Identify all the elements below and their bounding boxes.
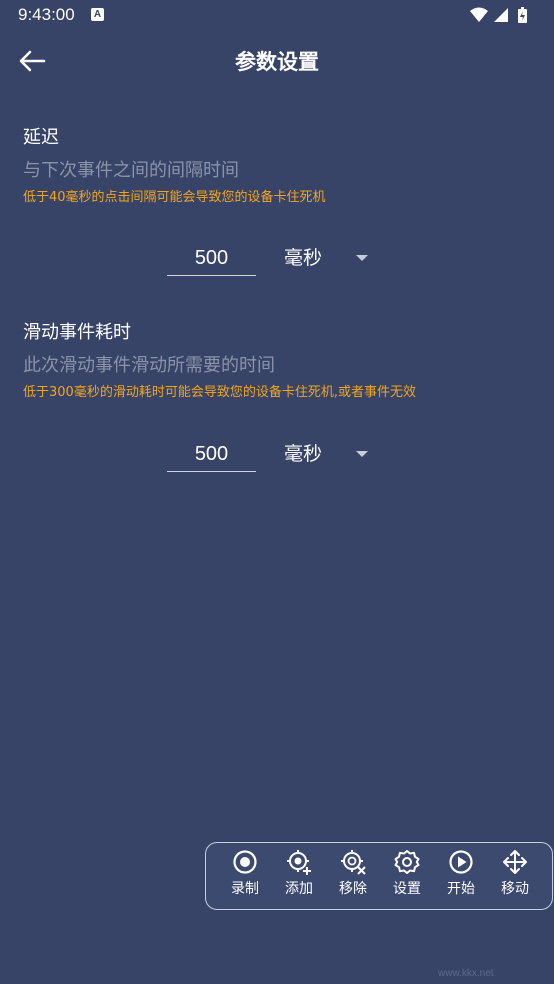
status-time: 9:43:00 (18, 5, 75, 24)
delay-value-row: 500 毫秒 (0, 240, 554, 280)
signal-icon (494, 8, 508, 22)
notification-badge-icon: A (91, 8, 104, 21)
swipe-unit-label: 毫秒 (284, 443, 323, 465)
floating-control-panel: 录制 添加 移除 设置 开始 移动 (205, 842, 553, 910)
gear-icon (394, 850, 420, 874)
status-icons (468, 6, 538, 24)
play-icon (449, 850, 473, 874)
swipe-title: 滑动事件耗时 (23, 322, 131, 343)
delay-value-input[interactable]: 500 (167, 240, 256, 276)
battery-icon (518, 7, 527, 23)
caret-down-icon (356, 255, 368, 261)
watermark: www.kkx.net (438, 968, 494, 979)
caret-down-icon (356, 451, 368, 457)
swipe-value-row: 500 毫秒 (0, 436, 554, 476)
move-label: 移动 (501, 881, 529, 897)
settings-label: 设置 (393, 881, 421, 897)
delay-unit-label: 毫秒 (284, 247, 323, 269)
swipe-description: 此次滑动事件滑动所需要的时间 (23, 355, 275, 376)
settings-button[interactable]: 设置 (382, 849, 432, 905)
remove-button[interactable]: 移除 (328, 849, 378, 905)
swipe-warning: 低于300毫秒的滑动耗时可能会导致您的设备卡住死机,或者事件无效 (23, 385, 416, 400)
move-button[interactable]: 移动 (490, 849, 540, 905)
toolbar: 参数设置 (0, 32, 554, 90)
delay-title: 延迟 (23, 127, 59, 148)
delay-section: 延迟 与下次事件之间的间隔时间 低于40毫秒的点击间隔可能会导致您的设备卡住死机 (23, 126, 533, 207)
delay-unit-dropdown[interactable]: 毫秒 (276, 240, 376, 276)
start-button[interactable]: 开始 (436, 849, 486, 905)
add-target-icon (287, 850, 311, 875)
start-label: 开始 (447, 881, 475, 897)
page-title: 参数设置 (235, 50, 319, 74)
remove-target-icon (341, 850, 366, 875)
add-label: 添加 (285, 881, 313, 897)
swipe-unit-dropdown[interactable]: 毫秒 (276, 436, 376, 472)
record-button[interactable]: 录制 (220, 849, 270, 905)
swipe-value-input[interactable]: 500 (167, 436, 256, 472)
delay-warning: 低于40毫秒的点击间隔可能会导致您的设备卡住死机 (23, 190, 326, 205)
wifi-icon (470, 7, 488, 22)
record-label: 录制 (231, 881, 259, 897)
delay-description: 与下次事件之间的间隔时间 (23, 160, 239, 181)
record-icon (233, 850, 257, 874)
remove-label: 移除 (339, 881, 367, 897)
add-button[interactable]: 添加 (274, 849, 324, 905)
move-icon (503, 850, 527, 874)
swipe-section: 滑动事件耗时 此次滑动事件滑动所需要的时间 低于300毫秒的滑动耗时可能会导致您… (23, 321, 533, 402)
status-bar: 9:43:00 A (0, 0, 554, 32)
